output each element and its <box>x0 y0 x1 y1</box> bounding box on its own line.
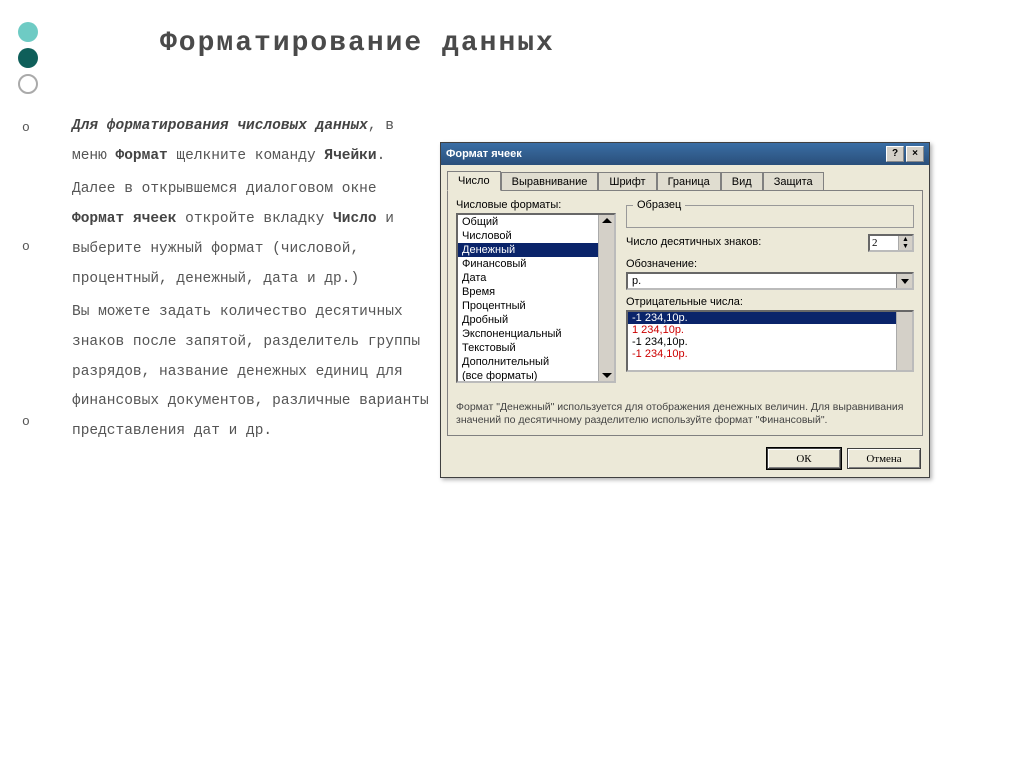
cancel-button[interactable]: Отмена <box>847 448 921 469</box>
close-button[interactable]: × <box>906 146 924 162</box>
chevron-down-icon[interactable] <box>896 274 912 288</box>
decimals-spin[interactable]: ▲▼ <box>868 234 914 252</box>
format-list-item[interactable]: Финансовый <box>458 257 614 271</box>
bold-text: Для форматирования числовых данных <box>72 118 368 134</box>
format-list-item[interactable]: Дата <box>458 271 614 285</box>
negative-listbox[interactable]: -1 234,10р.1 234,10р.-1 234,10р.-1 234,1… <box>626 310 914 372</box>
negative-list-item[interactable]: -1 234,10р. <box>628 348 912 360</box>
decimals-input[interactable] <box>870 236 898 250</box>
paragraph-1: Для форматирования числовых данных, в ме… <box>72 112 432 171</box>
format-list-item[interactable]: Общий <box>458 215 614 229</box>
dot-teal <box>18 22 38 42</box>
format-list-item[interactable]: Дробный <box>458 313 614 327</box>
format-list-item[interactable]: Экспоненциальный <box>458 327 614 341</box>
negative-label: Отрицательные числа: <box>626 296 914 308</box>
format-list-item[interactable]: Числовой <box>458 229 614 243</box>
spin-up-icon[interactable]: ▲ <box>898 236 912 243</box>
decorative-dots <box>18 22 38 94</box>
tab-panel-number: Числовые форматы: ОбщийЧисловойДенежныйФ… <box>447 190 923 436</box>
spin-down-icon[interactable]: ▼ <box>898 243 912 250</box>
paragraph-3: Вы можете задать количество десятичных з… <box>72 298 432 447</box>
negative-list-item[interactable]: -1 234,10р. <box>628 312 912 324</box>
bold-text: Ячейки <box>324 148 376 164</box>
dot-dark <box>18 48 38 68</box>
bullet-markers: o o o <box>22 120 30 429</box>
symbol-label: Обозначение: <box>626 258 914 270</box>
bullet-marker: o <box>22 414 30 429</box>
dialog-titlebar[interactable]: Формат ячеек ? × <box>441 143 929 165</box>
bullet-marker: o <box>22 120 30 135</box>
body-text: Для форматирования числовых данных, в ме… <box>72 112 432 451</box>
format-description: Формат "Денежный" используется для отобр… <box>456 401 914 427</box>
format-list-item[interactable]: Время <box>458 285 614 299</box>
symbol-combo[interactable]: р. <box>626 272 914 290</box>
dialog-title: Формат ячеек <box>446 148 522 160</box>
decimals-label: Число десятичных знаков: <box>626 236 850 248</box>
page-title: Форматирование данных <box>160 28 555 59</box>
dialog-buttons: ОК Отмена <box>441 442 929 477</box>
tab-view[interactable]: Вид <box>721 172 763 191</box>
tab-protect[interactable]: Защита <box>763 172 824 191</box>
format-list-item[interactable]: Текстовый <box>458 341 614 355</box>
scrollbar[interactable] <box>598 215 614 381</box>
bold-text: Формат <box>116 148 168 164</box>
bold-text: Число <box>333 211 377 227</box>
tab-alignment[interactable]: Выравнивание <box>501 172 599 191</box>
formats-listbox[interactable]: ОбщийЧисловойДенежныйФинансовыйДатаВремя… <box>456 213 616 383</box>
paragraph-2: Далее в открывшемся диалоговом окне Форм… <box>72 175 432 294</box>
sample-legend: Образец <box>633 199 685 211</box>
tab-number[interactable]: Число <box>447 171 501 191</box>
ok-button[interactable]: ОК <box>767 448 841 469</box>
tabs: Число Выравнивание Шрифт Граница Вид Защ… <box>441 165 929 190</box>
help-button[interactable]: ? <box>886 146 904 162</box>
sample-fieldset: Образец <box>626 199 914 228</box>
bullet-marker: o <box>22 239 30 254</box>
format-list-item[interactable]: Денежный <box>458 243 614 257</box>
dot-outline <box>18 74 38 94</box>
format-list-item[interactable]: Процентный <box>458 299 614 313</box>
tab-border[interactable]: Граница <box>657 172 721 191</box>
negative-list-item[interactable]: 1 234,10р. <box>628 324 912 336</box>
tab-font[interactable]: Шрифт <box>598 172 656 191</box>
scrollbar[interactable] <box>896 312 912 370</box>
format-list-item[interactable]: Дополнительный <box>458 355 614 369</box>
symbol-value: р. <box>628 274 896 288</box>
negative-list-item[interactable]: -1 234,10р. <box>628 336 912 348</box>
formats-label: Числовые форматы: <box>456 199 616 211</box>
format-list-item[interactable]: (все форматы) <box>458 369 614 383</box>
bold-text: Формат ячеек <box>72 211 176 227</box>
format-cells-dialog: Формат ячеек ? × Число Выравнивание Шриф… <box>440 142 930 478</box>
